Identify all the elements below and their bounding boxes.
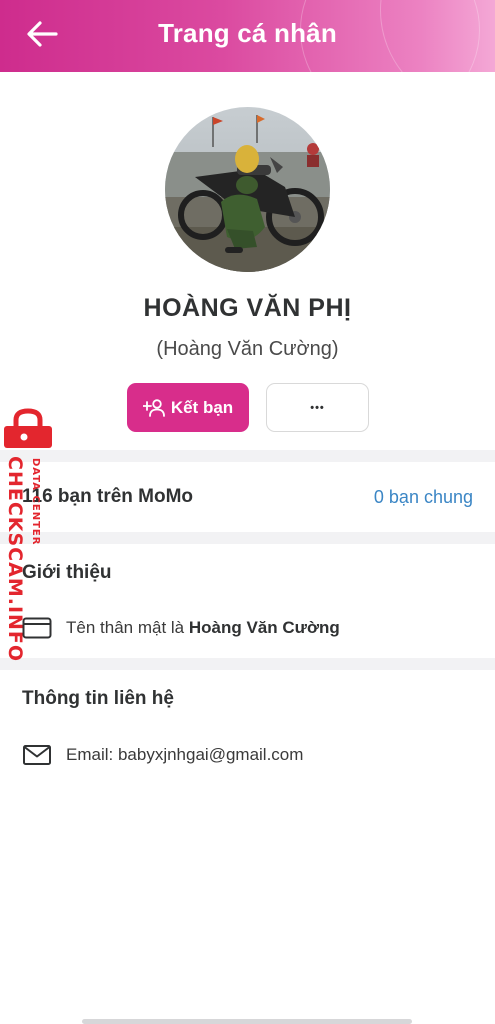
mail-icon xyxy=(22,743,52,767)
more-button[interactable]: ••• xyxy=(266,383,369,432)
section-divider xyxy=(0,658,495,670)
watermark: CHECKSCAM.INFO DATA CENTER xyxy=(2,408,58,662)
watermark-brand: CHECKSCAM.INFO xyxy=(4,456,26,663)
mutual-friends-link[interactable]: 0 bạn chung xyxy=(374,487,473,508)
email-row[interactable]: Email: babyxjnhgai@gmail.com xyxy=(22,743,303,767)
nickname-text: Tên thân mật là Hoàng Văn Cường xyxy=(66,618,340,638)
section-divider xyxy=(0,532,495,544)
avatar[interactable] xyxy=(165,107,330,272)
page-title: Trang cá nhân xyxy=(158,18,337,48)
more-label: ••• xyxy=(310,401,325,414)
watermark-tag: DATA CENTER xyxy=(30,458,41,546)
contact-title: Thông tin liên hệ xyxy=(22,688,174,709)
nickname-prefix: Tên thân mật là xyxy=(66,618,189,637)
profile-subname: (Hoàng Văn Cường) xyxy=(156,338,339,360)
profile-name: HOÀNG VĂN PHỊ xyxy=(143,294,352,322)
profile-photo xyxy=(165,107,330,272)
section-divider xyxy=(0,450,495,462)
add-friend-button[interactable]: Kết bạn xyxy=(127,383,249,432)
add-person-icon xyxy=(142,398,165,417)
header-bar: Trang cá nhân xyxy=(0,0,495,72)
home-indicator[interactable] xyxy=(82,1019,412,1024)
email-text: Email: babyxjnhgai@gmail.com xyxy=(66,745,304,764)
nickname-value: Hoàng Văn Cường xyxy=(188,618,340,637)
nickname-row: Tên thân mật là Hoàng Văn Cường xyxy=(22,616,340,640)
friends-row[interactable]: 116 bạn trên MoMo 0 bạn chung xyxy=(0,462,495,532)
add-friend-label: Kết bạn xyxy=(170,397,234,417)
